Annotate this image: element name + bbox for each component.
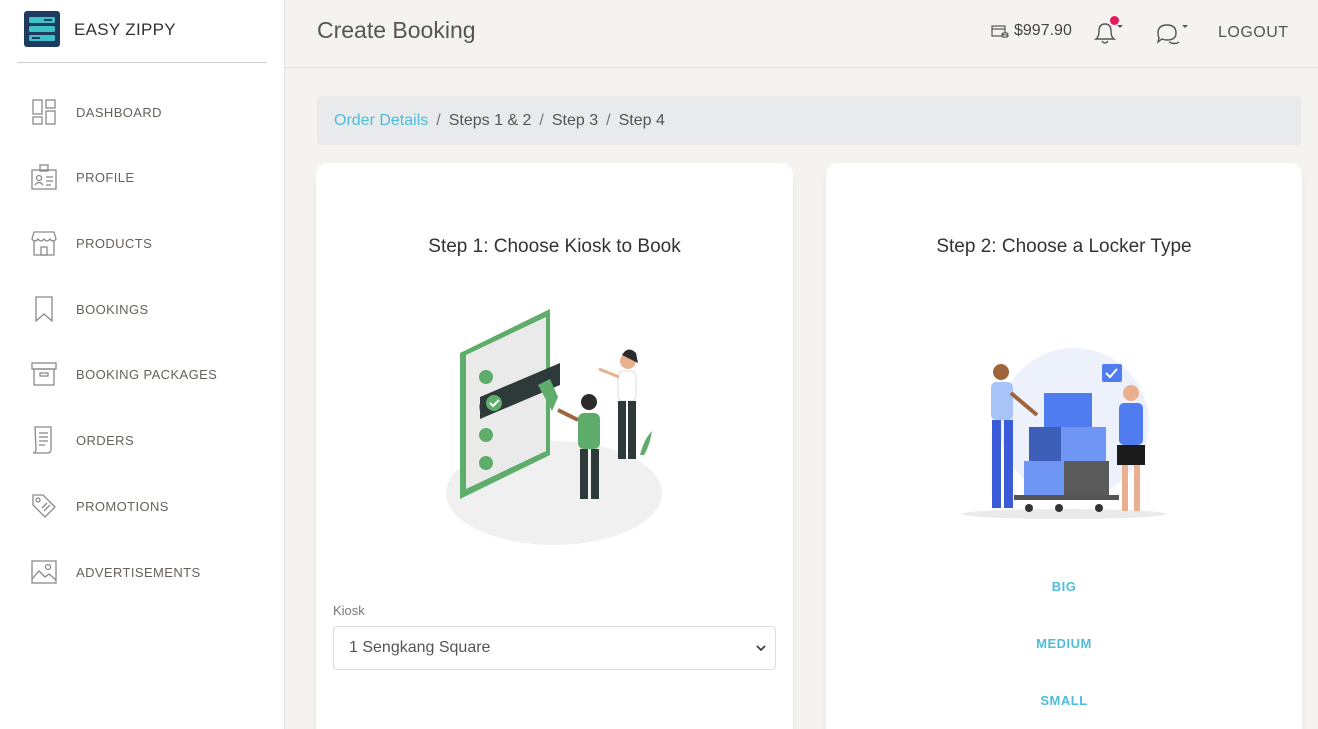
brand[interactable]: EASY ZIPPY: [17, 0, 267, 63]
sidebar-item-label: BOOKINGS: [76, 301, 149, 317]
step2-card: Step 2: Choose a Locker Type BIG MEDIUM …: [826, 163, 1302, 729]
dashboard-icon: [30, 98, 58, 126]
sidebar-item-dashboard[interactable]: DASHBOARD: [0, 82, 285, 142]
chat-bubbles-icon: [1156, 24, 1188, 45]
sidebar-item-promotions[interactable]: PROMOTIONS: [0, 476, 285, 536]
kiosk-booking-illustration: [446, 309, 662, 545]
sidebar-item-label: PROFILE: [76, 169, 135, 185]
sidebar: EASY ZIPPY DASHBOARD PROFILE PRODUCTS BO…: [0, 0, 285, 729]
sidebar-item-products[interactable]: PRODUCTS: [0, 213, 285, 273]
tag-icon: [30, 492, 58, 520]
wallet-amount: $997.90: [1014, 22, 1072, 39]
locker-delivery-illustration: [962, 348, 1166, 519]
profile-card-icon: [30, 163, 58, 191]
sidebar-item-advertisements[interactable]: ADVERTISEMENTS: [0, 542, 285, 602]
receipt-icon: [30, 426, 58, 454]
step1-card: Step 1: Choose Kiosk to Book Kiosk 1 Sen…: [316, 163, 793, 729]
image-icon: [30, 558, 58, 586]
breadcrumb: Order Details / Steps 1 & 2 / Step 3 / S…: [317, 96, 1301, 145]
breadcrumb-link-order-details[interactable]: Order Details: [334, 112, 428, 130]
breadcrumb-separator: /: [436, 111, 441, 129]
breadcrumb-step: Step 3: [551, 111, 599, 129]
chevron-down-icon: [756, 645, 766, 652]
notification-dot: [1110, 16, 1119, 25]
locker-option-small[interactable]: SMALL: [826, 693, 1302, 708]
kiosk-selected-value: 1 Sengkang Square: [349, 639, 491, 656]
logout-button[interactable]: LOGOUT: [1218, 24, 1289, 42]
sidebar-item-label: PRODUCTS: [76, 235, 153, 251]
sidebar-item-bookings[interactable]: BOOKINGS: [0, 279, 285, 339]
page-title: Create Booking: [317, 17, 476, 43]
sidebar-item-orders[interactable]: ORDERS: [0, 410, 285, 470]
sidebar-item-booking-packages[interactable]: BOOKING PACKAGES: [0, 344, 285, 404]
locker-option-big[interactable]: BIG: [826, 579, 1302, 594]
brand-logo-icon: [24, 11, 60, 47]
sidebar-item-label: BOOKING PACKAGES: [76, 366, 218, 382]
bookmark-icon: [30, 295, 58, 323]
top-bar: Create Booking $997.90 LOGOUT: [285, 0, 1318, 68]
step1-title: Step 1: Choose Kiosk to Book: [428, 236, 681, 257]
sidebar-item-label: PROMOTIONS: [76, 498, 169, 514]
sidebar-item-profile[interactable]: PROFILE: [0, 147, 285, 207]
breadcrumb-step: Step 4: [618, 111, 665, 129]
breadcrumb-separator: /: [606, 111, 611, 129]
wallet-balance[interactable]: $997.90: [991, 22, 1072, 40]
messages-button[interactable]: [1154, 20, 1190, 48]
sidebar-item-label: ORDERS: [76, 432, 135, 448]
locker-option-medium[interactable]: MEDIUM: [826, 636, 1302, 651]
breadcrumb-separator: /: [539, 111, 544, 129]
wallet-icon: [991, 25, 1009, 38]
kiosk-select[interactable]: 1 Sengkang Square: [333, 626, 776, 670]
brand-name: EASY ZIPPY: [74, 20, 176, 39]
sidebar-item-label: DASHBOARD: [76, 104, 162, 120]
step2-title: Step 2: Choose a Locker Type: [936, 236, 1192, 257]
notifications-button[interactable]: [1093, 16, 1127, 48]
sidebar-item-label: ADVERTISEMENTS: [76, 564, 201, 580]
kiosk-label: Kiosk: [333, 603, 365, 618]
archive-box-icon: [30, 360, 58, 388]
store-icon: [30, 229, 58, 257]
breadcrumb-step: Steps 1 & 2: [448, 111, 532, 129]
